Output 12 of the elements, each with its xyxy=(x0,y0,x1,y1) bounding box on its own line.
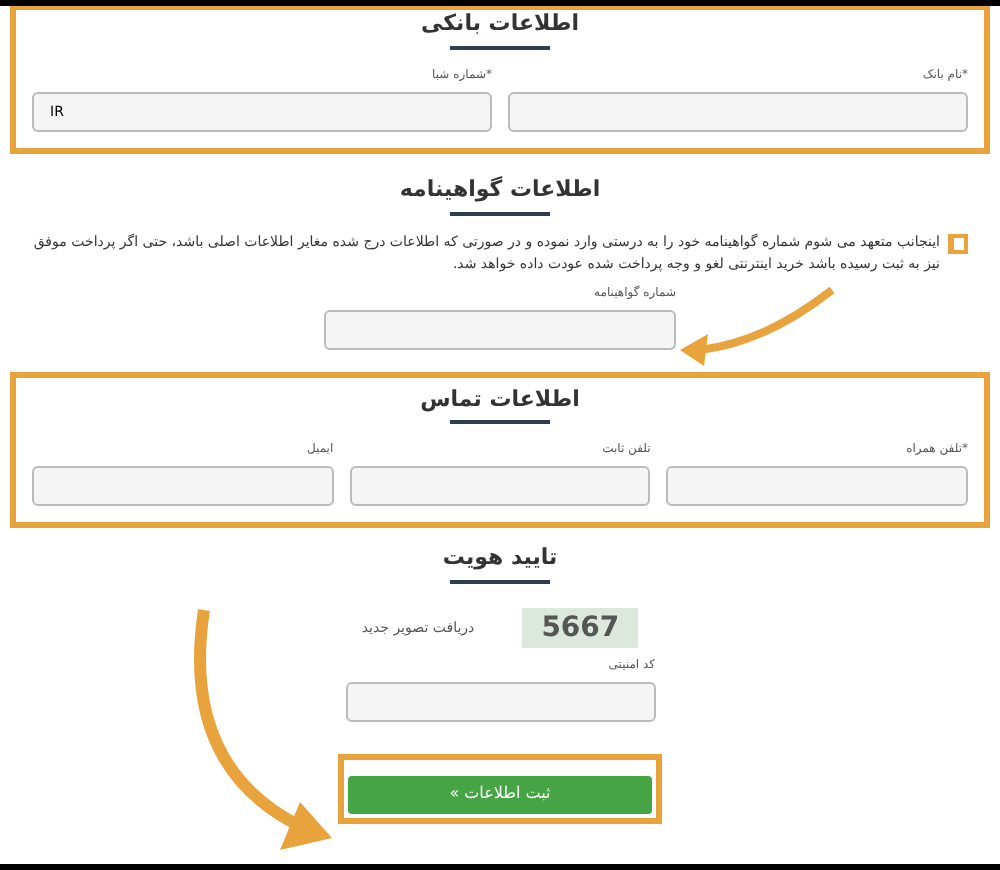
section-title: اطلاعات تماس xyxy=(420,385,580,413)
input-field[interactable] xyxy=(31,466,334,507)
input-field[interactable] xyxy=(324,309,676,349)
input-field[interactable] xyxy=(349,466,651,507)
input-field[interactable] xyxy=(508,91,968,132)
checkbox[interactable] xyxy=(948,233,968,253)
input-field[interactable] xyxy=(345,682,655,722)
captcha-code: 5667 xyxy=(541,609,620,647)
section-title: تایید هویت xyxy=(442,544,558,572)
section-title: اطلاعات گواهینامه xyxy=(399,175,601,203)
section-title: اطلاعات بانکی xyxy=(421,10,579,38)
input-field[interactable] xyxy=(666,466,968,507)
